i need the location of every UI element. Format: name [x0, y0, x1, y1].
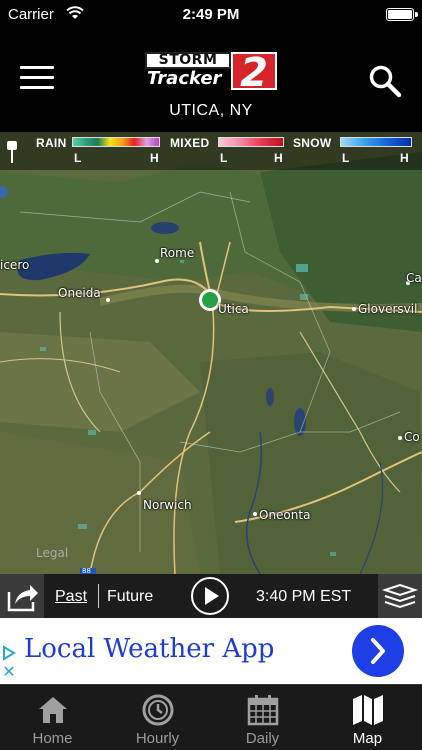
- adchoices-icon[interactable]: [0, 644, 18, 662]
- tab-home[interactable]: Home: [0, 685, 105, 750]
- layers-button[interactable]: [378, 574, 422, 618]
- play-button[interactable]: [191, 577, 229, 615]
- tab-hourly-label: Hourly: [135, 730, 180, 747]
- map-legal-link[interactable]: Legal: [36, 546, 68, 560]
- home-icon: [39, 697, 67, 723]
- legend-mixed-high: H: [274, 151, 283, 165]
- legend-snow-high: H: [400, 151, 409, 165]
- tab-home-label: Home: [32, 730, 73, 747]
- past-toggle[interactable]: Past: [55, 588, 87, 606]
- storm-tracker-logo: STORM Tracker 2: [145, 52, 277, 93]
- tab-map[interactable]: Map: [315, 685, 420, 750]
- legend-rain-label: RAIN: [36, 136, 67, 150]
- ad-text[interactable]: Local Weather App: [24, 634, 274, 664]
- legend-snow-label: SNOW: [293, 136, 332, 150]
- radar-map[interactable]: 88 icero Rome Oneida Utica Ca Gloversvil…: [0, 132, 422, 574]
- tab-map-label: Map: [352, 730, 383, 747]
- logo-tracker-text: Tracker: [147, 68, 222, 89]
- legend-rain-high: H: [150, 151, 159, 165]
- clock-icon: [142, 694, 174, 726]
- bottom-tab-bar: Home Hourly Daily Map: [0, 684, 422, 750]
- map-label-gloversville: Gloversvil: [358, 302, 418, 316]
- precip-legend: RAIN L H MIXED L H SNOW L H: [0, 132, 422, 170]
- status-bar: Carrier 2:49 PM: [0, 0, 422, 30]
- legend-mixed-label: MIXED: [170, 136, 210, 150]
- legend-rain-gradient: [72, 137, 160, 147]
- map-label-ca: Ca: [406, 271, 422, 285]
- calendar-icon: [247, 695, 279, 726]
- ad-arrow-button[interactable]: [352, 625, 404, 677]
- map-label-rome: Rome: [160, 246, 195, 260]
- hamburger-menu-button[interactable]: [20, 66, 54, 92]
- app-header: STORM Tracker 2 UTICA, NY: [0, 30, 422, 132]
- map-label-norwich: Norwich: [143, 498, 192, 512]
- tab-hourly[interactable]: Hourly: [105, 685, 210, 750]
- logo-channel-number: 2: [231, 52, 277, 93]
- future-toggle[interactable]: Future: [107, 588, 153, 606]
- map-label-icero: icero: [0, 258, 30, 272]
- legend-mixed-gradient: [218, 137, 284, 147]
- chevron-right-icon: [371, 638, 385, 664]
- map-label-utica: Utica: [218, 302, 249, 316]
- legend-mixed-low: L: [220, 151, 228, 165]
- location-title: UTICA, NY: [169, 102, 253, 119]
- share-button[interactable]: [0, 574, 44, 618]
- logo-storm-text: STORM: [145, 52, 231, 69]
- map-label-oneida: Oneida: [58, 286, 101, 300]
- layers-icon: [381, 583, 419, 609]
- battery-icon: [386, 8, 418, 21]
- map-label-co: Co: [404, 430, 420, 444]
- share-icon: [7, 585, 38, 612]
- tab-daily[interactable]: Daily: [210, 685, 315, 750]
- search-icon[interactable]: [368, 64, 402, 98]
- menu-line: [20, 86, 54, 89]
- ad-banner[interactable]: ✕ Local Weather App: [0, 618, 422, 684]
- map-label-oneonta: Oneonta: [259, 508, 311, 522]
- menu-line: [20, 66, 54, 69]
- legend-snow-low: L: [342, 151, 350, 165]
- radar-timestamp: 3:40 PM EST: [256, 588, 352, 605]
- play-icon: [205, 587, 219, 605]
- tab-daily-label: Daily: [245, 730, 280, 747]
- radar-controls: Past Future 3:40 PM EST: [0, 574, 422, 618]
- menu-line: [20, 76, 54, 79]
- map-pin-icon: [7, 141, 17, 163]
- ad-close-icon[interactable]: ✕: [0, 664, 18, 682]
- legend-rain-low: L: [74, 151, 82, 165]
- past-future-divider: [98, 584, 99, 608]
- clock-time: 2:49 PM: [182, 6, 240, 23]
- map-icon: [353, 695, 383, 725]
- legend-snow-gradient: [340, 137, 412, 147]
- map-terrain: 88: [0, 132, 422, 574]
- interstate-shield-label: 88: [82, 567, 91, 574]
